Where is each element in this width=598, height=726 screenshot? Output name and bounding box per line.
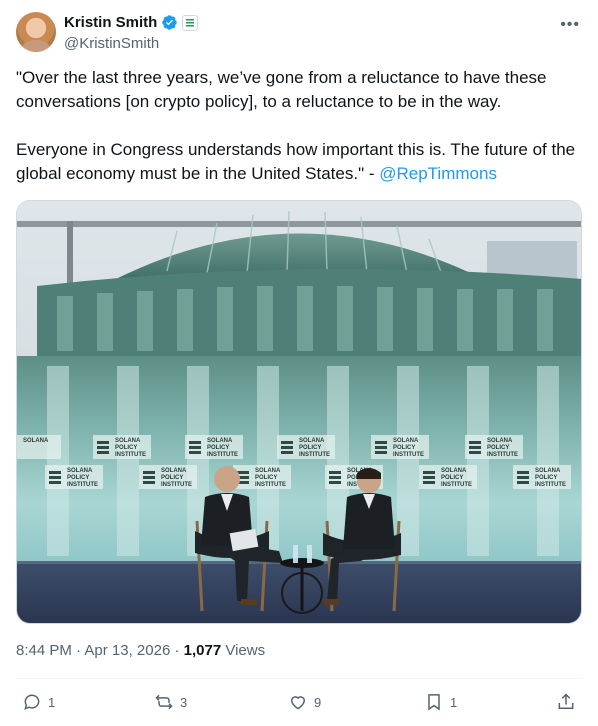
repost-button[interactable]: 3 xyxy=(154,686,187,718)
tweet-paragraph-1: "Over the last three years, we’ve gone f… xyxy=(16,68,552,111)
backdrop-label: SOLANA xyxy=(115,438,141,444)
backdrop-label: POLICY xyxy=(393,445,415,451)
backdrop-label: SOLANA xyxy=(161,468,187,474)
reply-button[interactable]: 1 xyxy=(22,686,55,718)
views-label: Views xyxy=(221,642,266,659)
share-button[interactable] xyxy=(556,686,576,718)
backdrop-label: SOLANA xyxy=(441,468,467,474)
backdrop-label: SOLANA xyxy=(535,468,561,474)
backdrop-label: SOLANA xyxy=(255,468,281,474)
bookmark-button[interactable]: 1 xyxy=(424,686,457,718)
backdrop-label: POLICY xyxy=(441,475,463,481)
backdrop-label: POLICY xyxy=(299,445,321,451)
reply-count: 1 xyxy=(48,694,56,710)
backdrop-label: SOLANA xyxy=(487,438,513,444)
repost-count: 3 xyxy=(180,694,188,710)
backdrop-label: POLICY xyxy=(115,445,137,451)
action-bar: 1 3 9 1 xyxy=(16,686,582,718)
like-count: 9 xyxy=(314,694,322,710)
tweet-time[interactable]: 8:44 PM xyxy=(16,642,72,659)
share-icon xyxy=(558,693,574,709)
tweet-text: "Over the last three years, we’ve gone f… xyxy=(16,66,582,186)
tweet-timestamp-views: 8:44 PM · Apr 13, 2026 · 1,077 Views xyxy=(16,642,265,659)
backdrop-label: POLICY xyxy=(535,475,557,481)
tweet-media-image[interactable]: SOLANA SOLANA POLICY INSTITUTE SOLANA PO… xyxy=(16,200,582,624)
views-count: 1,077 xyxy=(183,642,222,659)
divider xyxy=(16,678,582,679)
backdrop-label: SOLANA xyxy=(207,438,233,444)
repost-icon xyxy=(155,694,173,710)
backdrop-label: INSTITUTE xyxy=(393,452,424,458)
verified-badge-icon xyxy=(162,15,178,30)
backdrop-label: SOLANA xyxy=(299,438,325,444)
backdrop-label: POLICY xyxy=(67,475,89,481)
backdrop-label: POLICY xyxy=(255,475,277,481)
backdrop-label: INSTITUTE xyxy=(299,452,330,458)
stage-photo: SOLANA SOLANA POLICY INSTITUTE SOLANA PO… xyxy=(17,201,581,623)
backdrop-label: INSTITUTE xyxy=(441,482,472,488)
tweet-date[interactable]: Apr 13, 2026 xyxy=(84,642,170,659)
bookmark-count: 1 xyxy=(450,694,458,710)
meta-separator: · xyxy=(71,642,85,659)
backdrop-label: INSTITUTE xyxy=(67,482,98,488)
more-options-icon[interactable]: ••• xyxy=(560,16,580,34)
backdrop-label: SOLANA xyxy=(393,438,419,444)
backdrop-label: POLICY xyxy=(207,445,229,451)
backdrop-label: INSTITUTE xyxy=(207,452,238,458)
backdrop-label: INSTITUTE xyxy=(255,482,286,488)
backdrop-label: POLICY xyxy=(161,475,183,481)
affiliate-badge-icon[interactable] xyxy=(182,14,199,31)
backdrop-label: POLICY xyxy=(487,445,509,451)
meta-separator: · xyxy=(170,642,184,659)
backdrop-label: SOLANA xyxy=(23,438,49,444)
bookmark-icon xyxy=(428,694,440,711)
backdrop-label: INSTITUTE xyxy=(535,482,566,488)
like-button[interactable]: 9 xyxy=(288,686,321,718)
tweet-paragraph-2: Everyone in Congress understands how imp… xyxy=(16,138,582,186)
backdrop-label: SOLANA xyxy=(67,468,93,474)
reply-icon xyxy=(24,694,40,710)
author-handle[interactable]: @KristinSmith xyxy=(64,35,159,52)
author-name-row: Kristin Smith xyxy=(64,14,199,31)
backdrop-label: INSTITUTE xyxy=(161,482,192,488)
avatar[interactable] xyxy=(16,12,56,52)
mention-link[interactable]: @RepTimmons xyxy=(379,164,497,183)
heart-icon xyxy=(290,696,306,710)
author-display-name[interactable]: Kristin Smith xyxy=(64,14,157,31)
tweet-header: Kristin Smith @KristinSmith ••• xyxy=(16,12,582,54)
backdrop-label: INSTITUTE xyxy=(487,452,518,458)
backdrop-label: INSTITUTE xyxy=(115,452,146,458)
